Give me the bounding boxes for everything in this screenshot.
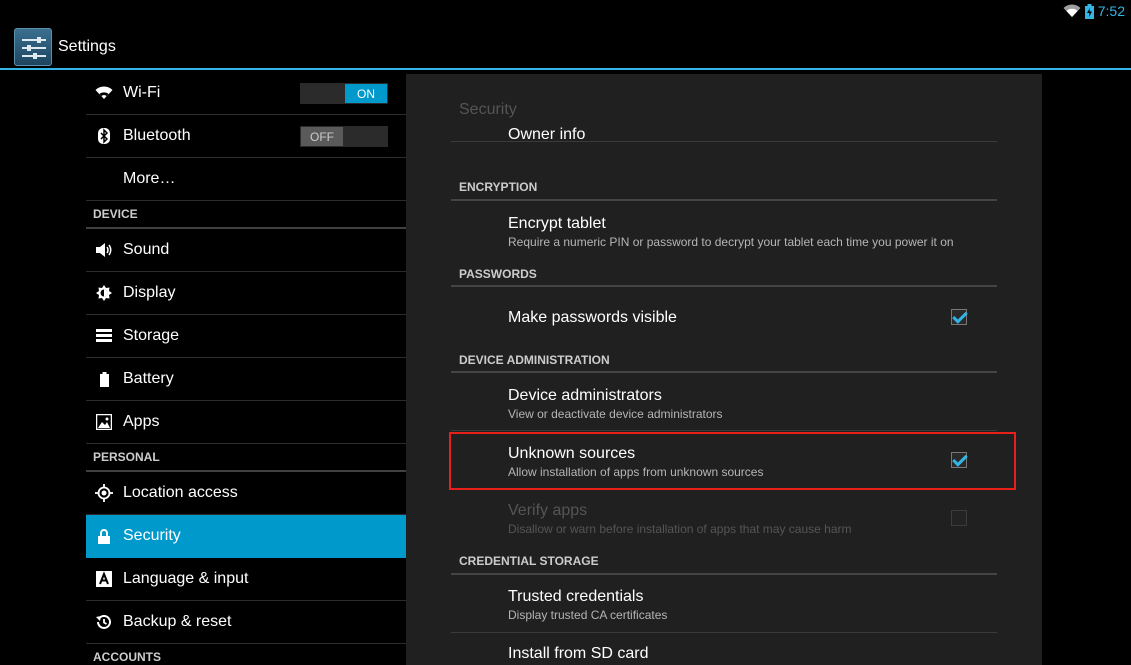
category-header-accounts: ACCOUNTS [86,644,406,665]
sidebar-item-label: Bluetooth [123,127,191,144]
brightness-icon [86,285,122,301]
sidebar-item-location-access[interactable]: Location access [86,472,406,515]
sidebar-item-label: Storage [123,327,180,344]
pref-title: Make passwords visible [508,309,677,326]
category-encryption: ENCRYPTION [459,180,538,194]
battery-charging-icon [1084,3,1094,19]
pref-owner-info[interactable]: Owner info [451,126,997,144]
pref-verify-apps[interactable]: Verify apps Disallow or warn before inst… [451,489,997,542]
verify-apps-checkbox[interactable] [951,510,967,526]
sidebar-item-label: Location access [123,484,238,501]
backup-icon [86,614,122,630]
pref-title: Encrypt tablet [508,215,606,232]
security-panel: Security Owner info ENCRYPTION Encrypt t… [406,74,1042,665]
sidebar-item-language-input[interactable]: Language & input [86,558,406,601]
settings-sidebar: Wi-Fi ON Bluetooth OFF More… DEVICE Soun… [86,72,406,665]
wifi-icon [86,86,122,100]
category-header-personal: PERSONAL [86,444,406,472]
pref-trusted-credentials[interactable]: Trusted credentials Display trusted CA c… [451,575,997,629]
sidebar-item-wifi[interactable]: Wi-Fi ON [86,72,406,115]
apps-icon [86,414,122,430]
sidebar-item-label: Wi-Fi [123,84,161,101]
sidebar-item-label: Sound [123,241,170,258]
wifi-toggle[interactable]: ON [300,83,388,104]
settings-sliders-icon[interactable] [14,28,52,66]
pref-title: Trusted credentials [508,588,644,605]
sidebar-item-sound[interactable]: Sound [86,229,406,272]
sidebar-item-label: Security [123,527,181,544]
sidebar-item-storage[interactable]: Storage [86,315,406,358]
sidebar-item-security[interactable]: Security [86,515,406,558]
panel-header: Security [459,101,517,118]
sidebar-item-label: Backup & reset [123,613,232,630]
lock-icon [86,528,122,544]
battery-icon [86,371,122,387]
pref-title: Device administrators [508,387,662,404]
category-passwords: PASSWORDS [459,267,537,281]
sidebar-item-label: Apps [123,413,160,430]
storage-icon [86,329,122,343]
keyboard-a-icon [86,571,122,587]
sidebar-item-display[interactable]: Display [86,272,406,315]
sidebar-item-apps[interactable]: Apps [86,401,406,444]
pref-make-passwords-visible[interactable]: Make passwords visible [451,287,997,351]
sidebar-item-label: Display [123,284,176,301]
sidebar-item-label: Language & input [123,570,249,587]
pref-summary: Require a numeric PIN or password to dec… [508,235,954,249]
category-header-device: DEVICE [86,201,406,229]
clock: 7:52 [1097,3,1125,19]
bluetooth-toggle[interactable]: OFF [300,126,388,147]
sidebar-item-more[interactable]: More… [86,158,406,201]
category-credential-storage: CREDENTIAL STORAGE [459,554,599,568]
pref-install-from-sd-card[interactable]: Install from SD card [451,633,997,665]
pref-summary: View or deactivate device administrators [508,407,723,421]
pref-title: Install from SD card [508,645,649,662]
pref-encrypt-tablet[interactable]: Encrypt tablet Require a numeric PIN or … [451,201,997,256]
status-bar: 7:52 [0,0,1131,22]
pref-summary: Disallow or warn before installation of … [508,522,852,536]
pref-title: Verify apps [508,502,588,519]
divider [451,141,997,142]
wifi-icon [1063,4,1081,18]
speaker-icon [86,242,122,258]
sidebar-item-label: More… [123,170,176,187]
app-title: Settings [58,38,116,55]
action-bar: Settings [0,22,1131,70]
bluetooth-icon [86,128,122,144]
toggle-state: OFF [301,127,343,146]
sidebar-item-backup-reset[interactable]: Backup & reset [86,601,406,644]
pref-summary: Display trusted CA certificates [508,608,668,622]
status-icons: 7:52 [1063,2,1125,20]
category-device-administration: DEVICE ADMINISTRATION [459,353,610,367]
toggle-state: ON [345,84,387,103]
sidebar-item-label: Battery [123,370,174,387]
sidebar-item-bluetooth[interactable]: Bluetooth OFF [86,115,406,158]
sidebar-item-battery[interactable]: Battery [86,358,406,401]
passwords-visible-checkbox[interactable] [951,309,967,325]
location-icon [86,484,122,502]
annotation-highlight-box [449,432,1016,490]
pref-device-administrators[interactable]: Device administrators View or deactivate… [451,373,997,427]
